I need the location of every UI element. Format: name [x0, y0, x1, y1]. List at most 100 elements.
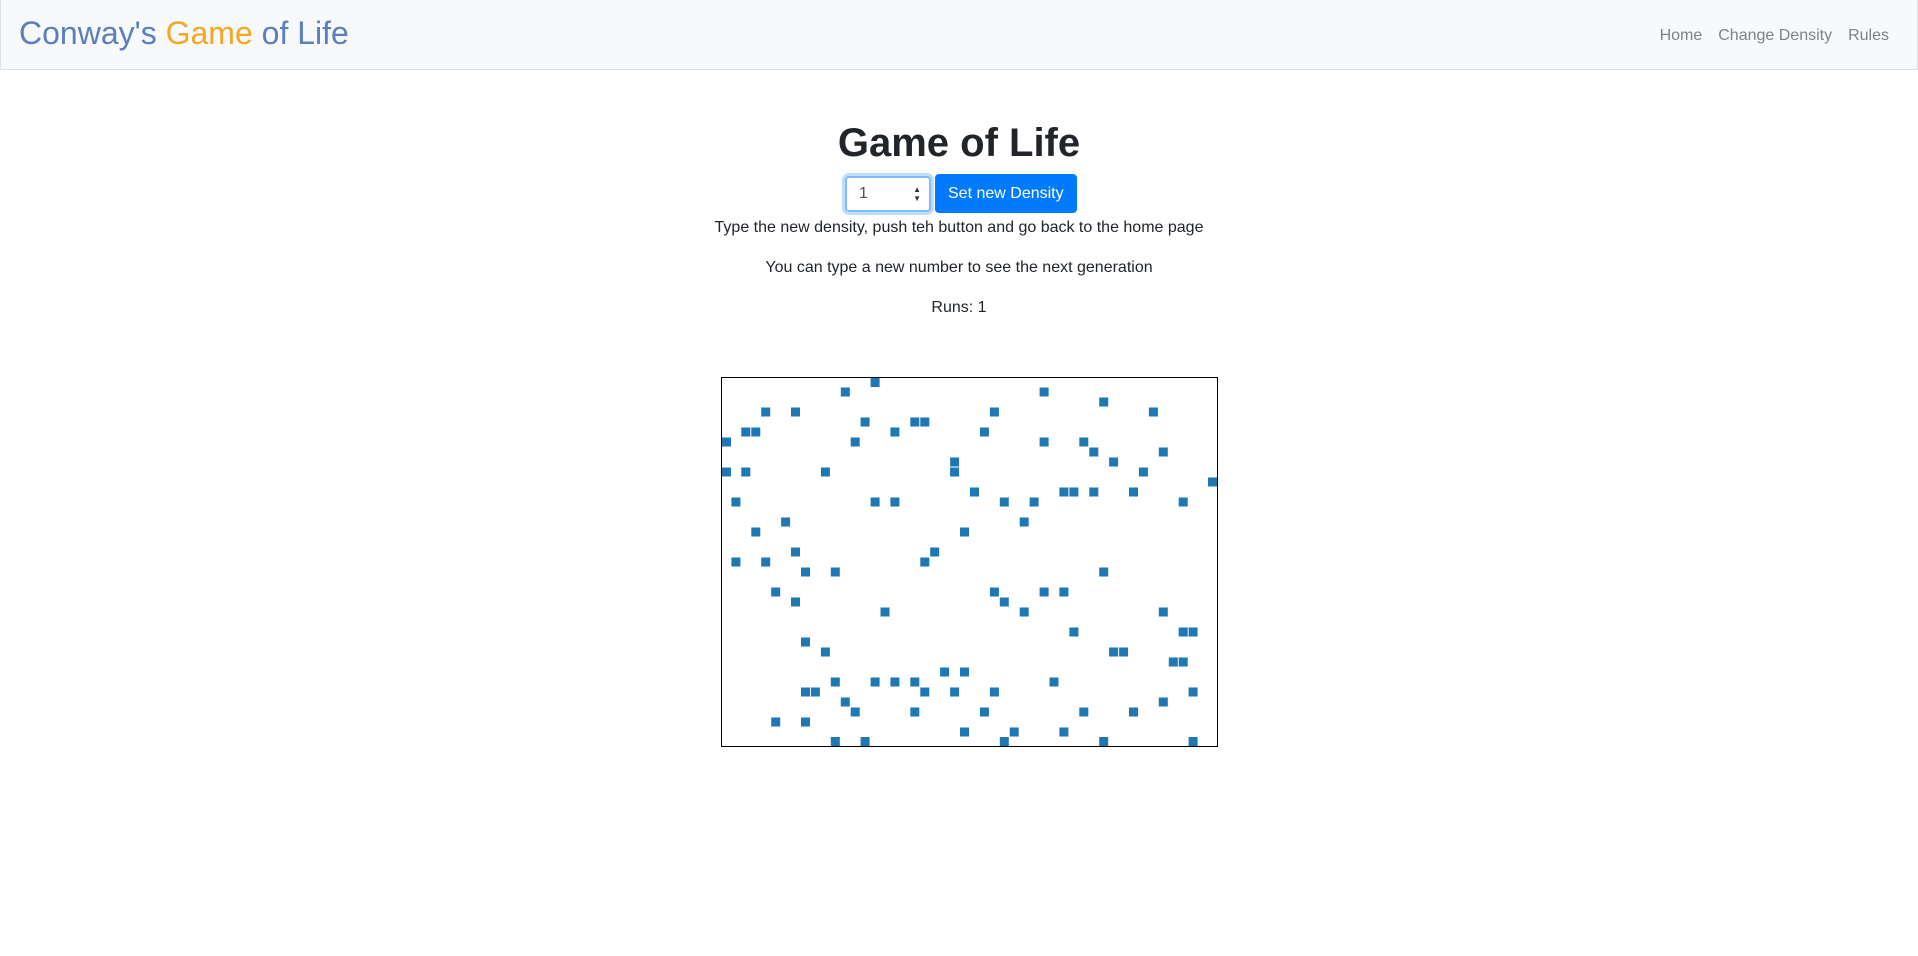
- spinner-down-icon[interactable]: ▼: [913, 194, 921, 203]
- live-cell: [910, 677, 920, 687]
- live-cell: [751, 427, 761, 437]
- live-cell: [1208, 477, 1217, 487]
- live-cell: [761, 407, 771, 417]
- live-cell: [1178, 657, 1188, 667]
- live-cell: [1178, 627, 1188, 637]
- instruction-text: Type the new density, push teh button an…: [714, 219, 1204, 236]
- spinner-up-icon[interactable]: ▲: [913, 185, 921, 194]
- live-cell: [1148, 407, 1158, 417]
- nav-home-link[interactable]: Home: [1652, 25, 1711, 47]
- live-cell: [1178, 497, 1188, 507]
- live-cell: [1099, 737, 1109, 746]
- page-title: Game of Life: [837, 121, 1081, 165]
- live-cell: [1129, 707, 1138, 717]
- live-cell: [1099, 397, 1109, 407]
- live-cell: [1158, 607, 1168, 617]
- live-cell: [801, 567, 810, 577]
- live-cell: [791, 407, 800, 417]
- brand-logo[interactable]: Conway's Game of Life: [19, 13, 349, 53]
- live-cell: [870, 677, 880, 687]
- live-cell: [1039, 387, 1049, 397]
- live-cell: [1099, 567, 1109, 577]
- live-cell: [820, 467, 830, 477]
- live-cell: [1188, 737, 1198, 746]
- live-cell: [1059, 727, 1069, 737]
- game-board[interactable]: [721, 377, 1218, 747]
- live-cell: [1109, 647, 1119, 657]
- live-cell: [920, 687, 930, 697]
- live-cell: [960, 727, 969, 737]
- live-cell: [1019, 607, 1029, 617]
- live-cell: [722, 467, 731, 477]
- live-cell: [1168, 657, 1178, 667]
- live-cell: [1089, 487, 1099, 497]
- live-cell: [1188, 687, 1198, 697]
- live-cell: [910, 417, 920, 427]
- live-cell: [880, 607, 890, 617]
- live-cell: [870, 378, 880, 387]
- live-cell: [840, 697, 850, 707]
- live-cell: [791, 547, 800, 557]
- live-cell: [781, 517, 791, 527]
- live-cell: [989, 587, 999, 597]
- live-cell: [1069, 627, 1079, 637]
- live-cell: [1158, 697, 1168, 707]
- live-cell: [940, 667, 950, 677]
- live-cell: [960, 527, 969, 537]
- live-cell: [1109, 457, 1119, 467]
- live-cell: [979, 427, 989, 437]
- live-cell: [999, 497, 1009, 507]
- runs-counter: Runs: 1: [931, 299, 987, 316]
- live-cell: [1069, 487, 1079, 497]
- live-cell: [860, 417, 870, 427]
- live-cell: [989, 687, 999, 697]
- nav-change-density-link[interactable]: Change Density: [1710, 25, 1840, 47]
- live-cell: [920, 417, 930, 427]
- live-cell: [979, 707, 989, 717]
- live-cell: [741, 427, 751, 437]
- set-density-button[interactable]: Set new Density: [935, 174, 1077, 213]
- live-cell: [810, 687, 820, 697]
- live-cell: [999, 737, 1009, 746]
- nav-links: Home Change Density Rules: [1652, 25, 1897, 47]
- brand-part-of-life: of Life: [252, 15, 349, 51]
- number-spinner[interactable]: ▲ ▼: [913, 185, 921, 203]
- live-cell: [1079, 437, 1089, 447]
- live-cell: [1039, 437, 1049, 447]
- live-cell: [1129, 487, 1138, 497]
- live-cell: [989, 407, 999, 417]
- live-cell: [890, 427, 900, 437]
- live-cell: [830, 567, 840, 577]
- live-cell: [1079, 707, 1089, 717]
- live-cell: [1188, 627, 1198, 637]
- brand-part-game: Game: [165, 15, 253, 51]
- live-cell: [731, 497, 741, 507]
- live-cell: [801, 637, 810, 647]
- live-cell: [930, 547, 940, 557]
- live-cell: [1039, 587, 1049, 597]
- live-cell: [1059, 587, 1069, 597]
- live-cell: [890, 677, 900, 687]
- live-cell: [741, 467, 751, 477]
- live-cell: [999, 597, 1009, 607]
- live-cell: [910, 707, 920, 717]
- density-input-value: 1: [859, 184, 868, 202]
- live-cell: [950, 467, 960, 477]
- live-cell: [850, 707, 860, 717]
- navbar: Conway's Game of Life Home Change Densit…: [0, 0, 1918, 70]
- live-cell: [771, 587, 781, 597]
- live-cell: [1049, 677, 1059, 687]
- live-cell: [830, 677, 840, 687]
- live-cell: [751, 527, 761, 537]
- live-cell: [890, 497, 900, 507]
- live-cell: [722, 437, 731, 447]
- live-cell: [850, 437, 860, 447]
- live-cell: [731, 557, 741, 567]
- nav-rules-link[interactable]: Rules: [1840, 25, 1897, 47]
- live-cell: [1019, 517, 1029, 527]
- brand-part-conways: Conway's: [19, 15, 166, 51]
- live-cell: [801, 687, 810, 697]
- density-controls: 1 ▲ ▼ Set new Density: [845, 174, 1077, 213]
- density-input[interactable]: 1 ▲ ▼: [845, 175, 931, 212]
- live-cell: [791, 597, 800, 607]
